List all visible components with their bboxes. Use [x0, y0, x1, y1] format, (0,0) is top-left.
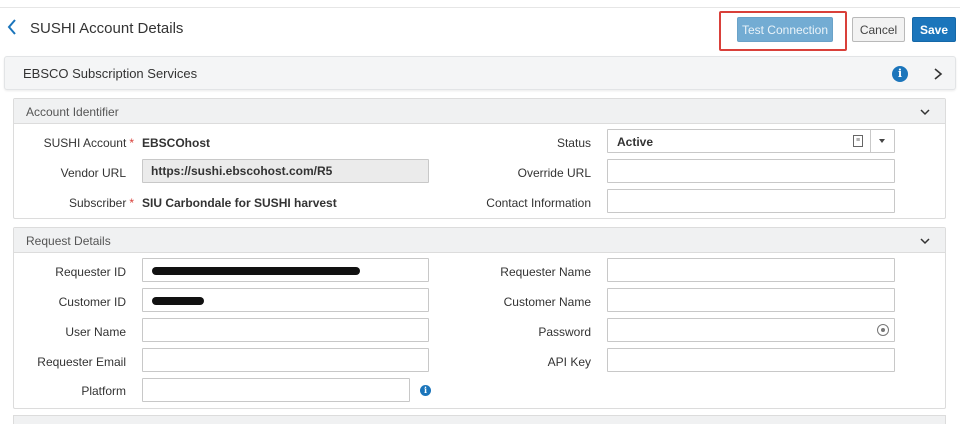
- status-select[interactable]: Active ≡: [607, 129, 895, 153]
- eye-icon[interactable]: [877, 324, 889, 336]
- account-identifier-section: Account Identifier SUSHI Account * EBSCOh…: [13, 98, 946, 219]
- platform-input[interactable]: [142, 378, 410, 402]
- vendor-name: EBSCO Subscription Services: [23, 66, 198, 81]
- chevron-left-icon: [7, 19, 16, 35]
- sushi-account-label: SUSHI Account *: [43, 136, 134, 150]
- password-input[interactable]: [607, 318, 895, 342]
- customer-name-label: Customer Name: [503, 295, 591, 309]
- section-title: Request Details: [26, 234, 111, 248]
- requester-id-input[interactable]: [142, 258, 429, 282]
- requester-name-label: Requester Name: [500, 265, 591, 279]
- chevron-right-icon[interactable]: [931, 65, 945, 83]
- select-divider: [870, 130, 871, 152]
- override-url-label: Override URL: [517, 166, 591, 180]
- requester-name-input[interactable]: [607, 258, 895, 282]
- vendor-url-field: [142, 159, 429, 183]
- cancel-button[interactable]: Cancel: [852, 17, 905, 42]
- test-connection-button[interactable]: Test Connection: [737, 17, 833, 42]
- vendor-url-label: Vendor URL: [60, 166, 126, 180]
- requester-email-label: Requester Email: [37, 355, 126, 369]
- info-icon[interactable]: i: [420, 385, 431, 396]
- contact-information-input[interactable]: [607, 189, 895, 213]
- caret-down-icon[interactable]: [879, 139, 885, 143]
- status-label: Status: [556, 136, 591, 150]
- override-url-input[interactable]: [607, 159, 895, 183]
- api-key-input[interactable]: [607, 348, 895, 372]
- save-button[interactable]: Save: [912, 17, 956, 42]
- vendor-bar[interactable]: EBSCO Subscription Services i: [4, 56, 956, 90]
- request-details-section: Request Details Requester ID Customer ID…: [13, 227, 946, 409]
- user-name-label: User Name: [65, 325, 126, 339]
- password-label: Password: [538, 325, 591, 339]
- subscriber-label: Subscriber *: [68, 196, 134, 210]
- request-details-header[interactable]: Request Details: [14, 228, 945, 253]
- customer-name-input[interactable]: [607, 288, 895, 312]
- page-header: SUSHI Account Details Test Connection Ca…: [0, 8, 960, 51]
- sushi-account-value: EBSCOhost: [142, 136, 211, 150]
- status-value: Active: [617, 135, 654, 149]
- top-strip: [0, 0, 960, 8]
- next-section-header[interactable]: [13, 415, 946, 424]
- account-identifier-header[interactable]: Account Identifier: [14, 99, 945, 124]
- chevron-down-icon[interactable]: [919, 235, 931, 247]
- document-icon: ≡: [853, 135, 863, 147]
- redacted-value: [152, 267, 360, 275]
- page-title: SUSHI Account Details: [30, 20, 184, 37]
- customer-id-input[interactable]: [142, 288, 429, 312]
- subscriber-value: SIU Carbondale for SUSHI harvest: [142, 196, 337, 210]
- back-button[interactable]: [6, 17, 22, 39]
- customer-id-label: Customer ID: [58, 295, 126, 309]
- info-icon[interactable]: i: [892, 66, 908, 82]
- requester-email-input[interactable]: [142, 348, 429, 372]
- api-key-label: API Key: [547, 355, 591, 369]
- redacted-value: [152, 297, 204, 305]
- user-name-input[interactable]: [142, 318, 429, 342]
- contact-information-label: Contact Information: [486, 196, 591, 210]
- platform-label: Platform: [81, 384, 126, 398]
- chevron-down-icon[interactable]: [919, 106, 931, 118]
- requester-id-label: Requester ID: [55, 265, 126, 279]
- section-title: Account Identifier: [26, 105, 119, 119]
